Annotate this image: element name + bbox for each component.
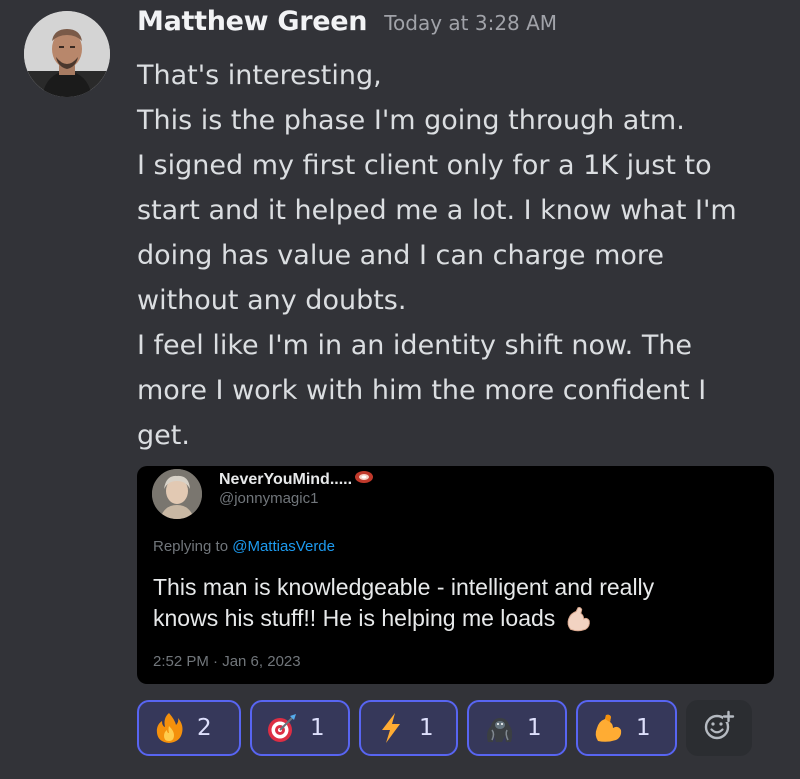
lightning-icon [375,712,407,744]
tweet-text-line-content: This man is knowledgeable - intelligent … [153,574,655,600]
tweet-author-avatar [152,469,202,519]
flexed-biceps-icon [592,712,624,744]
tweet-author-name-text: NeverYouMind..... [219,470,353,488]
add-reaction-button[interactable] [686,700,752,756]
reaction-dart[interactable]: 1 [250,700,350,756]
dart-icon [266,712,298,744]
flexed-biceps-icon [563,604,593,634]
reaction-fire[interactable]: 2 [137,700,241,756]
message-line: I feel like I'm in an identity shift now… [137,330,693,361]
author-avatar[interactable] [24,11,110,97]
fire-icon [153,712,185,744]
tweet-author-name: NeverYouMind..... [219,470,374,489]
author-name[interactable]: Matthew Green [137,6,368,37]
message-line: more I work with him the more confident … [137,375,707,406]
message-line: doing has value and I can charge more [137,240,665,271]
tweet-text-line-content: knows his stuff!! He is helping me loads [153,605,556,631]
replying-mention: @MattiasVerde [232,538,335,555]
replying-prefix: Replying to [153,538,233,555]
reaction-count: 2 [197,715,212,741]
reaction-flexed-biceps[interactable]: 1 [576,700,677,756]
message-header: Matthew Green Today at 3:28 AM [137,6,557,46]
tweet-screenshot-attachment[interactable]: NeverYouMind..... @jonnymagic1 Replying … [137,466,774,684]
message-line: That's interesting, [137,60,382,91]
message-timestamp: Today at 3:28 AM [384,11,558,35]
message-body: That's interesting, This is the phase I'… [137,53,787,458]
reaction-count: 1 [527,715,542,741]
reaction-count: 1 [636,715,651,741]
meat-emoji-icon [354,470,374,489]
tweet-text-line: knows his stuff!! He is helping me loads [153,603,753,634]
tweet-text-line: This man is knowledgeable - intelligent … [153,572,753,603]
message-line: I signed my first client only for a 1K j… [137,150,712,181]
tweet-date: 2:52 PM · Jan 6, 2023 [153,653,301,670]
reaction-count: 1 [419,715,434,741]
reaction-gorilla[interactable]: 1 [467,700,567,756]
add-reaction-icon [701,708,737,748]
message-line: This is the phase I'm going through atm. [137,105,685,136]
tweet-author-handle: @jonnymagic1 [219,490,319,507]
gorilla-icon [483,712,515,744]
reaction-lightning[interactable]: 1 [359,700,458,756]
tweet-replying-to: Replying to @MattiasVerde [153,538,335,555]
reaction-count: 1 [310,715,325,741]
message-line: get. [137,420,190,451]
message-line: without any doubts. [137,285,407,316]
tweet-text: This man is knowledgeable - intelligent … [153,572,753,634]
message-line: start and it helped me a lot. I know wha… [137,195,737,226]
